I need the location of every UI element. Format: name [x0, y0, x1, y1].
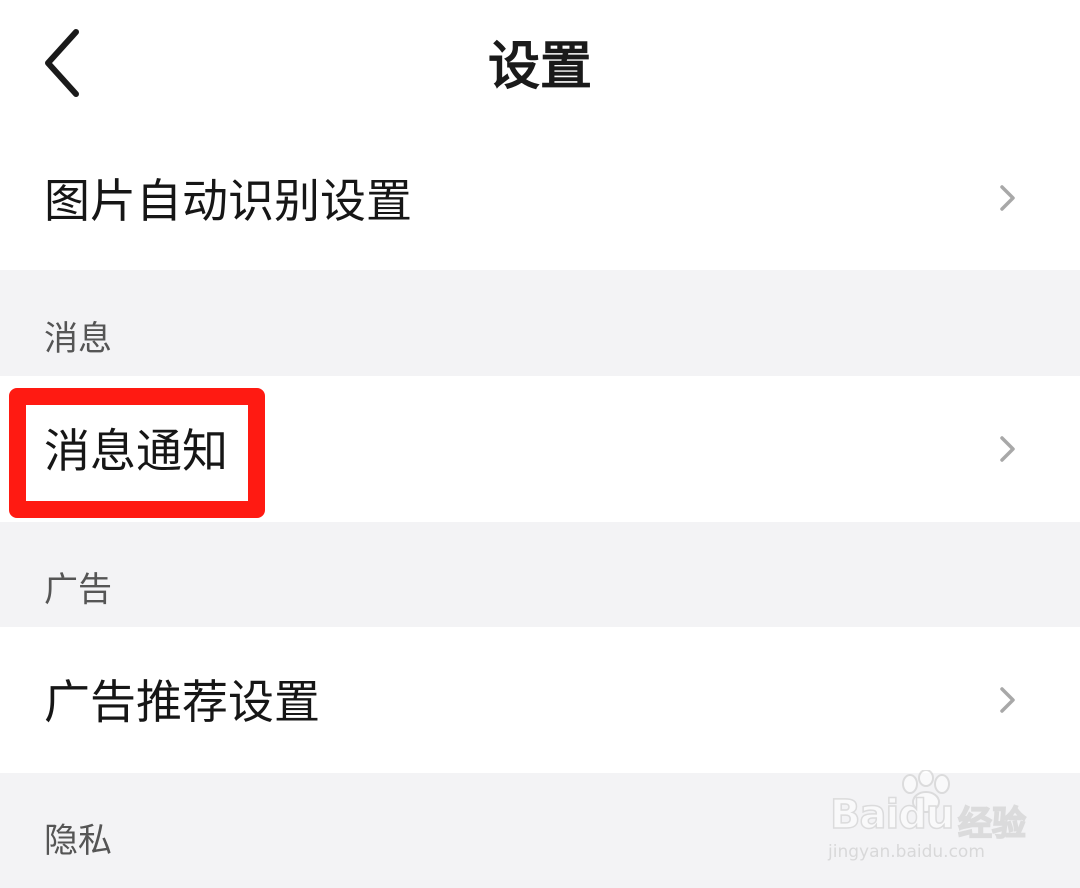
paw-logo-icon	[896, 769, 956, 818]
section-header-privacy: 隐私	[44, 821, 112, 861]
ad-recommendation-settings-label: 广告推荐设置	[44, 675, 320, 729]
page-title: 设置	[487, 37, 592, 97]
message-notifications-label: 消息通知	[44, 424, 228, 478]
section-header-ads: 广告	[44, 570, 112, 610]
watermark-url: jingyan.baidu.com	[828, 842, 985, 862]
watermark-brand: Baidu	[829, 791, 955, 839]
top-bar: 设置	[0, 0, 1080, 130]
watermark: Baidu 经验 jingyan.baidu.com	[828, 769, 1028, 870]
section-header-messages: 消息	[44, 319, 112, 359]
chevron-right-icon	[998, 686, 1018, 714]
image-recognition-settings-item[interactable]: 图片自动识别设置	[0, 130, 1080, 270]
ad-recommendation-settings-item[interactable]: 广告推荐设置	[0, 627, 1080, 773]
message-notifications-item[interactable]: 消息通知	[0, 376, 1080, 522]
chevron-right-icon	[998, 435, 1018, 463]
chevron-right-icon	[998, 184, 1018, 212]
image-recognition-settings-label: 图片自动识别设置	[44, 174, 412, 228]
watermark-suffix: 经验	[957, 803, 1027, 845]
